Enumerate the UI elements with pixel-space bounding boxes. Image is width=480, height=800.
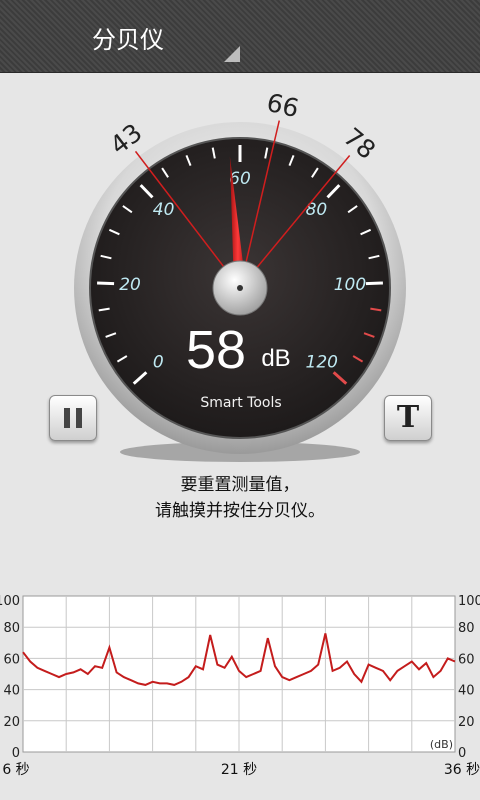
gauge-tick [365,281,383,286]
scale-label: 80 [306,200,328,220]
y-tick-label-left: 40 [3,684,20,699]
y-tick-label-right: 100 [458,594,480,609]
pause-button[interactable] [49,395,97,441]
x-tick-label: 36 秒 [444,762,480,778]
x-tick-label: 21 秒 [221,762,257,778]
y-tick-label-right: 20 [458,715,475,730]
y-tick-label-left: 0 [12,746,20,761]
chart-unit-label: (dB) [430,738,453,751]
app-title-bar[interactable]: 分贝仪 [0,0,480,73]
scale-label: 100 [334,275,366,295]
y-tick-label-left: 100 [0,594,20,609]
reading-unit: dB [261,345,290,372]
y-tick-label-left: 60 [3,652,20,667]
reset-hint-line-1: 要重置测量值， [180,475,300,495]
decibel-history-chart: 0 0 20 20 40 40 60 60 80 80 100 100 6 秒 21 秒 36 秒 (dB… [0,594,480,778]
marker-label: 43 [105,118,148,160]
hub-screw-icon [237,285,243,291]
scale-label: 120 [306,353,338,373]
reading-value: 58 [186,320,246,380]
x-tick-label: 6 秒 [2,762,29,778]
y-tick-label-left: 20 [3,715,20,730]
gauge-tick [97,281,115,286]
marker-label: 66 [264,88,302,123]
scale-label: 20 [119,275,141,295]
y-tick-label-left: 80 [3,621,20,636]
chart-x-tick-labels: 6 秒 21 秒 36 秒 [2,762,480,778]
scale-label: 40 [153,200,175,220]
brand-label: Smart Tools [200,395,281,411]
scale-label: 0 [153,353,164,373]
reset-hint-line-2: 请触摸并按住分贝仪。 [155,501,325,521]
y-tick-label-right: 0 [458,746,466,761]
marker-label: 78 [338,122,381,165]
y-tick-label-right: 40 [458,684,475,699]
text-mode-button[interactable]: T [384,395,432,441]
menu-corner-icon[interactable] [224,46,240,62]
y-tick-label-right: 80 [458,621,475,636]
app-title: 分贝仪 [92,26,164,54]
y-tick-label-right: 60 [458,652,475,667]
